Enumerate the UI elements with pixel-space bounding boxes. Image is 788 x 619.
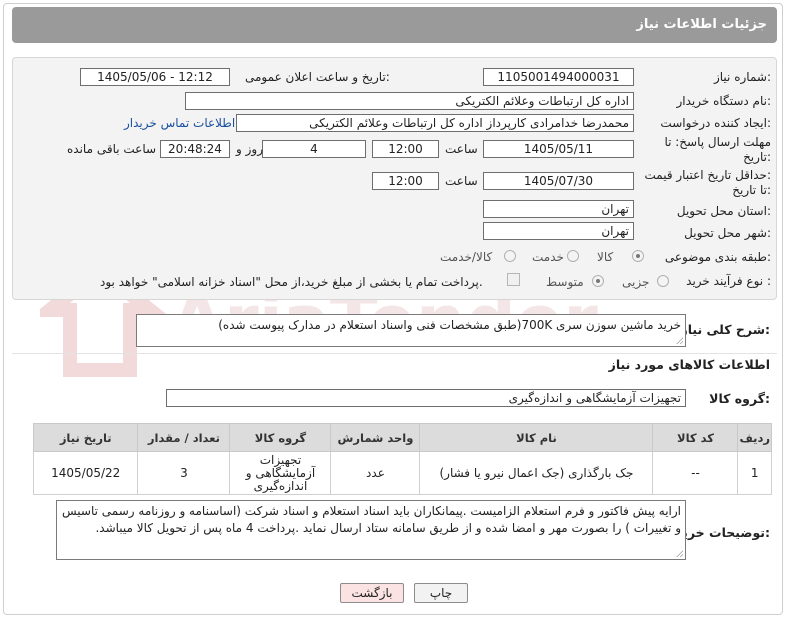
reply-time-field: 12:00 <box>372 140 439 158</box>
days-label: روز و <box>236 142 263 156</box>
resize-grip-icon[interactable] <box>676 337 683 344</box>
description-textarea: خرید ماشین سوزن سری 700K(طبق مشخصات فنی … <box>136 314 686 347</box>
category-label: طبقه بندی موضوعی: <box>664 250 771 264</box>
reply-deadline-label: مهلت ارسال پاسخ: تا <box>664 135 771 149</box>
announce-field: 1405/05/06 - 12:12 <box>80 68 230 86</box>
reply-date-field: 1405/05/11 <box>483 140 634 158</box>
category-option-service: خدمت <box>532 250 564 264</box>
divider <box>12 353 777 354</box>
page-title: جزئیات اطلاعات نیاز <box>636 17 767 32</box>
description-text: خرید ماشین سوزن سری 700K(طبق مشخصات فنی … <box>218 318 681 332</box>
treasury-payment-checkbox[interactable] <box>507 273 520 286</box>
creator-field: محمدرضا خدامرادی کارپرداز اداره کل ارتبا… <box>236 114 634 132</box>
category-radio-both[interactable] <box>504 250 516 262</box>
purchase-radio-minor[interactable] <box>657 275 669 287</box>
print-button[interactable]: چاپ <box>414 583 468 603</box>
remaining-label: ساعت باقی مانده <box>67 142 157 156</box>
buyer-notes-textarea: ارایه پیش فاکتور و فرم استعلام الزامیست … <box>56 500 686 560</box>
cell-date: 1405/05/22 <box>32 451 139 495</box>
description-label: شرح کلی نیاز: <box>680 322 771 337</box>
remaining-time-field: 20:48:24 <box>160 140 230 158</box>
col-name: نام کالا <box>419 423 654 452</box>
goods-section-title: اطلاعات کالاهای مورد نیاز <box>608 357 770 372</box>
province-field: تهران <box>483 200 634 218</box>
back-button[interactable]: بازگشت <box>340 583 404 603</box>
buyer-org-label: نام دستگاه خریدار: <box>676 94 772 108</box>
announce-label: تاریخ و ساعت اعلان عمومی: <box>245 70 390 84</box>
need-number-field: 1105001494000031 <box>483 68 634 86</box>
cell-unit: عدد <box>330 451 421 495</box>
validity-label: حداقل تاریخ اعتبار قیمت: <box>644 168 771 182</box>
col-unit: واحد شمارش <box>330 423 421 452</box>
purchase-radio-medium[interactable] <box>592 275 604 287</box>
category-option-goods: کالا <box>597 250 614 264</box>
cell-group: تجهیزات آزمایشگاهی و اندازه‌گیری <box>229 451 332 495</box>
creator-label: ایجاد کننده درخواست: <box>660 116 771 130</box>
col-group: گروه کالا <box>229 423 332 452</box>
reply-deadline-label-2: تاریخ: <box>743 150 771 164</box>
province-label: استان محل تحویل: <box>676 204 771 218</box>
validity-time-label: ساعت <box>445 174 478 188</box>
treasury-payment-note: پرداخت تمام یا بخشی از مبلغ خرید،از محل … <box>100 275 483 289</box>
reply-time-label: ساعت <box>445 142 478 156</box>
table-row: 1 -- جک بارگذاری (جک اعمال نیرو یا فشار)… <box>32 451 772 495</box>
buyer-contact-link[interactable]: اطلاعات تماس خریدار <box>124 116 235 130</box>
cell-code: -- <box>652 451 739 495</box>
purchase-type-label: نوع فرآیند خرید : <box>686 274 771 288</box>
buyer-notes-text: ارایه پیش فاکتور و فرم استعلام الزامیست … <box>62 504 681 535</box>
category-radio-service[interactable] <box>567 250 579 262</box>
col-code: کد کالا <box>652 423 739 452</box>
goods-group-field: تجهیزات آزمایشگاهی و اندازه‌گیری <box>166 389 686 407</box>
validity-time-field: 12:00 <box>372 172 439 190</box>
goods-group-label: گروه کالا: <box>709 391 770 406</box>
buyer-org-field: اداره کل ارتباطات وعلائم الکتریکی <box>185 92 634 110</box>
city-field: تهران <box>483 222 634 240</box>
goods-table: ردیف کد کالا نام کالا واحد شمارش گروه کا… <box>32 423 772 495</box>
validity-label-2: تا تاریخ: <box>732 183 771 197</box>
cell-name: جک بارگذاری (جک اعمال نیرو یا فشار) <box>419 451 654 495</box>
title-bar: جزئیات اطلاعات نیاز <box>12 7 777 43</box>
need-number-label: شماره نیاز: <box>713 70 771 84</box>
category-option-both: کالا/خدمت <box>440 250 493 264</box>
resize-grip-icon[interactable] <box>676 550 683 557</box>
purchase-option-minor: جزیی <box>622 275 650 289</box>
validity-date-field: 1405/07/30 <box>483 172 634 190</box>
category-radio-goods[interactable] <box>632 250 644 262</box>
cell-row: 1 <box>737 451 772 495</box>
purchase-option-medium: متوسط <box>546 275 584 289</box>
goods-table-header: ردیف کد کالا نام کالا واحد شمارش گروه کا… <box>32 423 772 452</box>
city-label: شهر محل تحویل: <box>684 226 771 240</box>
col-row: ردیف <box>737 423 772 452</box>
cell-qty: 3 <box>137 451 231 495</box>
remaining-days-field: 4 <box>262 140 366 158</box>
col-qty: تعداد / مقدار <box>137 423 231 452</box>
col-date: تاریخ نیاز <box>32 423 139 452</box>
